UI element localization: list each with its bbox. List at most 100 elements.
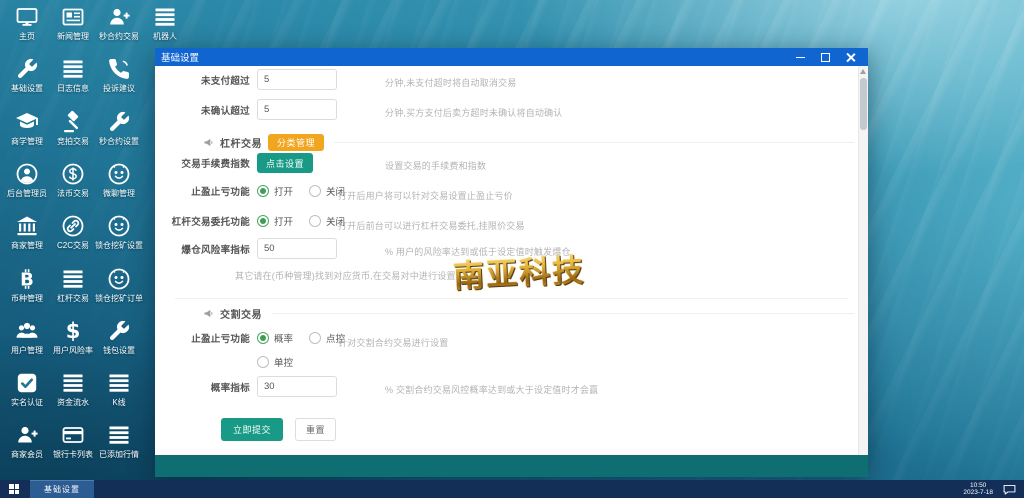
unpaid-input[interactable] bbox=[257, 69, 337, 90]
gavel-icon bbox=[60, 109, 86, 135]
start-button[interactable] bbox=[0, 480, 28, 498]
entrust-label: 杠杆交易委托功能 bbox=[171, 217, 250, 228]
scrollbar-track[interactable] bbox=[858, 66, 868, 455]
delivery-single-radio[interactable]: 单控 bbox=[257, 355, 293, 369]
desktop-shortcut[interactable]: B 币种管理 bbox=[4, 266, 50, 316]
list-icon bbox=[106, 422, 132, 448]
burst-input[interactable] bbox=[257, 238, 337, 259]
category-manage-button[interactable]: 分类管理 bbox=[268, 134, 325, 151]
desktop-shortcut[interactable]: 机器人 bbox=[142, 4, 188, 54]
tp-open-radio[interactable]: 打开 bbox=[257, 184, 293, 198]
desktop-shortcut[interactable]: 新闻管理 bbox=[50, 4, 96, 54]
desktop-shortcut-label: 秒合约交易 bbox=[99, 32, 139, 41]
chat-bubble-icon[interactable] bbox=[1003, 484, 1016, 495]
fee-setup-button[interactable]: 点击设置 bbox=[257, 153, 314, 173]
delivery-prob-label: 概率 bbox=[274, 334, 294, 345]
tp-hint: 打开后用户将可以针对交易设置止盈止亏价 bbox=[338, 191, 513, 201]
close-icon[interactable] bbox=[845, 52, 856, 63]
list-icon bbox=[60, 370, 86, 396]
radio-selected-icon bbox=[257, 332, 269, 344]
desktop-shortcut[interactable]: C2C交易 bbox=[50, 213, 96, 263]
desktop-shortcut-label: 银行卡列表 bbox=[53, 450, 93, 460]
minimize-icon[interactable] bbox=[795, 52, 806, 63]
delivery-section-title: 交割交易 bbox=[220, 310, 262, 321]
radio-unselected-icon bbox=[257, 356, 269, 368]
radio-selected-icon bbox=[257, 185, 269, 197]
maximize-icon[interactable] bbox=[820, 52, 831, 63]
lever-note: 其它请在(币种管理)找到对应货币,在交易对中进行设置 bbox=[235, 271, 456, 281]
desktop-shortcut[interactable]: $ 用户风险率 bbox=[50, 318, 96, 368]
unconfirmed-input[interactable] bbox=[257, 99, 337, 120]
desktop-shortcut[interactable]: 投诉建议 bbox=[96, 56, 142, 106]
desktop-shortcut[interactable]: 后台管理员 bbox=[4, 161, 50, 211]
window-title: 基础设置 bbox=[161, 53, 200, 64]
delivery-prob-radio[interactable]: 概率 bbox=[257, 331, 293, 345]
desktop-shortcut[interactable]: 钱包设置 bbox=[96, 318, 142, 368]
section-divider-line bbox=[334, 142, 854, 143]
desktop-shortcut[interactable]: 竞拍交易 bbox=[50, 109, 96, 159]
unpaid-label: 未支付超过 bbox=[200, 75, 250, 87]
reset-button[interactable]: 重置 bbox=[295, 418, 337, 441]
wrench-icon bbox=[14, 56, 40, 82]
svg-text:$: $ bbox=[66, 319, 81, 343]
desktop-shortcut[interactable]: 基础设置 bbox=[4, 56, 50, 106]
unpaid-hint: 分钟,未支付超时将自动取消交易 bbox=[385, 78, 517, 88]
burst-label: 爆仓风险率指标 bbox=[181, 244, 250, 256]
prob-label: 概率指标 bbox=[210, 382, 250, 394]
desktop-shortcut[interactable]: 商家会员 bbox=[4, 422, 50, 472]
desktop-shortcut[interactable]: K线 bbox=[96, 370, 142, 420]
desktop-shortcut[interactable]: 杠杆交易 bbox=[50, 266, 96, 316]
desktop-shortcut[interactable]: 实名认证 bbox=[4, 370, 50, 420]
window-titlebar[interactable]: 基础设置 bbox=[155, 48, 868, 66]
desktop-shortcut[interactable]: 锁仓挖矿订单 bbox=[95, 266, 143, 316]
desktop-shortcut-label: 锁仓挖矿订单 bbox=[95, 293, 143, 303]
desktop-shortcut[interactable]: 商学管理 bbox=[4, 109, 50, 159]
delivery-section-header: 交割交易 bbox=[203, 306, 854, 321]
desktop-shortcut[interactable]: 用户管理 bbox=[4, 318, 50, 368]
scrollbar-thumb[interactable] bbox=[859, 78, 867, 130]
list-icon bbox=[60, 56, 86, 82]
taskbar-item-settings[interactable]: 基础设置 bbox=[30, 480, 94, 498]
unconfirmed-label: 未确认超过 bbox=[200, 105, 250, 117]
desktop-shortcut[interactable]: 资金流水 bbox=[50, 370, 96, 420]
desktop-shortcut[interactable]: 银行卡列表 bbox=[50, 422, 96, 472]
desktop-shortcut[interactable]: 已添加行情 bbox=[96, 422, 142, 472]
desktop-shortcut[interactable]: 主页 bbox=[4, 4, 50, 54]
desktop-shortcut[interactable]: 商家管理 bbox=[4, 213, 50, 263]
graduation-icon bbox=[14, 109, 40, 135]
desktop-shortcut[interactable]: 秒合约设置 bbox=[96, 109, 142, 159]
submit-button[interactable]: 立即提交 bbox=[221, 418, 284, 441]
desktop-shortcut[interactable]: 秒合约交易 bbox=[96, 4, 142, 54]
user-circle-icon bbox=[14, 161, 40, 187]
desktop-shortcut[interactable]: 日志信息 bbox=[50, 56, 96, 106]
desktop-shortcut-label: 已添加行情 bbox=[99, 450, 139, 460]
desktop-shortcut-label: 币种管理 bbox=[11, 293, 43, 303]
desktop-shortcut-label: 商家管理 bbox=[11, 241, 43, 251]
desktop-shortcut-label: 实名认证 bbox=[11, 398, 43, 408]
link-circle-icon bbox=[60, 213, 86, 239]
desktop-shortcut[interactable]: 法币交易 bbox=[50, 161, 96, 211]
desktop-shortcut[interactable]: 微聊管理 bbox=[96, 161, 142, 211]
phone-icon bbox=[106, 56, 132, 82]
tp-open-label: 打开 bbox=[274, 187, 294, 198]
taskbar: 基础设置 10:50 2023-7-18 bbox=[0, 480, 1024, 498]
desktop-shortcut[interactable]: 锁仓挖矿设置 bbox=[95, 213, 143, 263]
radio-unselected-icon bbox=[309, 215, 322, 227]
desktop-shortcut-label: 新闻管理 bbox=[57, 32, 89, 41]
wrench-icon bbox=[106, 318, 132, 344]
clock-time: 10:50 bbox=[970, 481, 987, 489]
desktop-shortcut-label: 资金流水 bbox=[57, 398, 89, 408]
taskbar-clock[interactable]: 10:50 2023-7-18 bbox=[963, 482, 993, 497]
robot-circle-icon bbox=[106, 213, 132, 239]
monitor-icon bbox=[14, 4, 40, 30]
user-add-icon bbox=[106, 4, 132, 30]
entrust-open-radio[interactable]: 打开 bbox=[257, 214, 293, 228]
lever-section-header: 杠杆交易 分类管理 bbox=[203, 134, 854, 151]
scroll-up-arrow-icon[interactable] bbox=[860, 69, 866, 74]
desktop-shortcut-label: 后台管理员 bbox=[7, 188, 47, 198]
prob-input[interactable] bbox=[257, 376, 337, 397]
list-icon bbox=[106, 370, 132, 396]
settings-form: 未支付超过 分钟,未支付超时将自动取消交易 未确认超过 分钟,买方支付后卖方超时… bbox=[155, 66, 868, 477]
clock-date: 2023-7-18 bbox=[963, 489, 993, 496]
lever-section-title: 杠杆交易 bbox=[220, 139, 262, 150]
